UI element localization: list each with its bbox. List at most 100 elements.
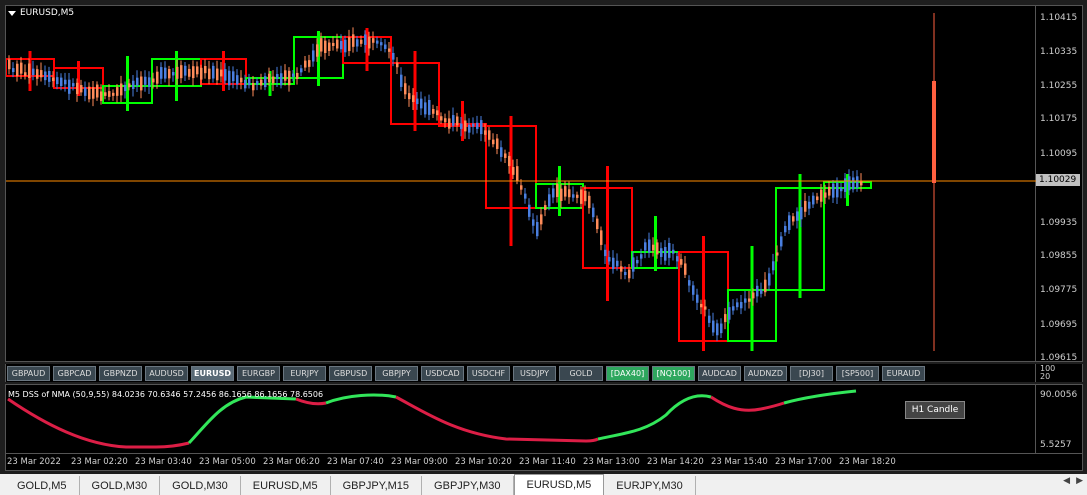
tab-prev-icon[interactable]: ◀ [1063, 476, 1070, 486]
chart-tab[interactable]: GBPJPY,M15 [331, 476, 423, 495]
symbol-button-eurjpy[interactable]: EURJPY [283, 365, 326, 381]
time-tick-label: 23 Mar 13:00 [583, 457, 640, 467]
m5-candle-body [576, 194, 579, 198]
m5-candle-body [144, 76, 147, 85]
chart-tab[interactable]: GBPJPY,M30 [422, 476, 514, 495]
m5-candle-body [468, 124, 471, 133]
symbol-button-gold[interactable]: GOLD [559, 365, 603, 381]
m5-candle-body [712, 320, 715, 333]
m5-candle-body [504, 153, 507, 158]
price-chart-canvas[interactable] [5, 6, 1037, 363]
m5-candle-body [744, 298, 747, 303]
m5-candle-body [480, 120, 483, 135]
symbol-button-dj30[interactable]: [DJ30] [790, 365, 833, 381]
m5-candle-body [640, 254, 643, 259]
m5-candle-body [76, 82, 79, 95]
symbol-button-gbpaud[interactable]: GBPAUD [7, 365, 50, 381]
m5-candle-body [472, 123, 475, 127]
h1-candle-button[interactable]: H1 Candle [905, 401, 965, 419]
m5-candle-body [224, 69, 227, 81]
m5-candle-body [204, 66, 207, 74]
m5-candle-body [276, 74, 279, 80]
m5-candle-body [300, 68, 303, 73]
symbol-button-eurusd[interactable]: EURUSD [191, 365, 234, 381]
symbol-button-nq100[interactable]: [NQ100] [652, 365, 695, 381]
symbol-button-gbpnzd[interactable]: GBPNZD [99, 365, 142, 381]
m5-candle-body [344, 39, 347, 53]
m5-candle-body [16, 63, 19, 77]
symbol-button-usdchf[interactable]: USDCHF [467, 365, 510, 381]
m5-candle-body [728, 307, 731, 320]
m5-candle-body [828, 186, 831, 196]
m5-candle-body [692, 285, 695, 295]
m5-candle-body [60, 77, 63, 87]
m5-candle-body [540, 214, 543, 225]
symbol-button-audnzd[interactable]: AUDNZD [744, 365, 787, 381]
m5-candle-body [448, 118, 451, 129]
symbol-button-sp500[interactable]: [SP500] [836, 365, 879, 381]
m5-candle-body [732, 306, 735, 311]
symbol-button-gbpjpy[interactable]: GBPJPY [375, 365, 418, 381]
m5-candle-body [200, 67, 203, 80]
symbol-button-usdcad[interactable]: USDCAD [421, 365, 464, 381]
m5-candle-body [396, 62, 399, 68]
m5-candle-body [408, 93, 411, 100]
m5-candle-body [720, 323, 723, 334]
symbol-button-eurgbp[interactable]: EURGBP [237, 365, 280, 381]
chart-tab[interactable]: GOLD,M30 [160, 476, 241, 495]
chart-tab[interactable]: EURJPY,M30 [604, 476, 696, 495]
m5-candle-body [192, 66, 195, 79]
m5-candle-body [832, 183, 835, 198]
m5-candle-body [216, 68, 219, 81]
dss-indicator-line [295, 397, 327, 406]
m5-candle-body [484, 130, 487, 135]
symbol-button-audusd[interactable]: AUDUSD [145, 365, 188, 381]
m5-candle-body [608, 257, 611, 262]
m5-candle-body [820, 189, 823, 202]
dropdown-triangle-icon[interactable] [8, 10, 16, 16]
m5-candle-body [688, 280, 691, 286]
m5-candle-body [660, 248, 663, 257]
symbol-button-dax40[interactable]: [DAX40] [606, 365, 649, 381]
m5-candle-body [668, 242, 671, 258]
m5-candle-body [532, 219, 535, 226]
m5-candle-body [796, 211, 799, 221]
symbol-button-gbpusd[interactable]: GBPUSD [329, 365, 372, 381]
m5-candle-body [64, 79, 67, 85]
main-chart-area[interactable] [5, 5, 1037, 363]
m5-candle-body [856, 176, 859, 189]
symbol-button-gbpcad[interactable]: GBPCAD [53, 365, 96, 381]
m5-candle-body [368, 36, 371, 49]
symbol-button-euraud[interactable]: EURAUD [882, 365, 925, 381]
symbol-button-audcad[interactable]: AUDCAD [698, 365, 741, 381]
m5-candle-body [320, 38, 323, 52]
dss-indicator-line [783, 389, 857, 405]
m5-candle-body [464, 120, 467, 132]
chart-tab[interactable]: EURUSD,M5 [241, 476, 331, 495]
m5-candle-body [488, 130, 491, 140]
m5-candle-body [584, 190, 587, 202]
price-tick-label: 1.09775 [1040, 285, 1078, 295]
chart-tab[interactable]: GOLD,M5 [5, 476, 80, 495]
time-tick-label: 23 Mar 10:20 [455, 457, 512, 467]
chart-tab[interactable]: GOLD,M30 [80, 476, 161, 495]
m5-candle-body [672, 249, 675, 254]
m5-candle-body [836, 182, 839, 198]
m5-candle-body [536, 222, 539, 237]
symbol-button-usdjpy[interactable]: USDJPY [513, 365, 556, 381]
m5-candle-body [800, 207, 803, 220]
price-tick-label: 1.09695 [1040, 320, 1078, 330]
m5-candle-body [28, 63, 31, 78]
chart-tab[interactable]: EURUSD,M5 [513, 474, 605, 495]
m5-candle-body [88, 86, 91, 100]
dss-indicator-line [7, 397, 190, 449]
price-tick-label: 1.10255 [1040, 81, 1078, 91]
dss-indicator-line [325, 393, 397, 405]
m5-candle-body [48, 70, 51, 82]
tab-next-icon[interactable]: ▶ [1076, 476, 1083, 486]
m5-candle-body [768, 273, 771, 286]
m5-candle-body [68, 79, 71, 94]
chart-symbol-title[interactable]: EURUSD,M5 [8, 8, 74, 18]
m5-candle-body [804, 200, 807, 212]
m5-candle-body [124, 84, 127, 92]
